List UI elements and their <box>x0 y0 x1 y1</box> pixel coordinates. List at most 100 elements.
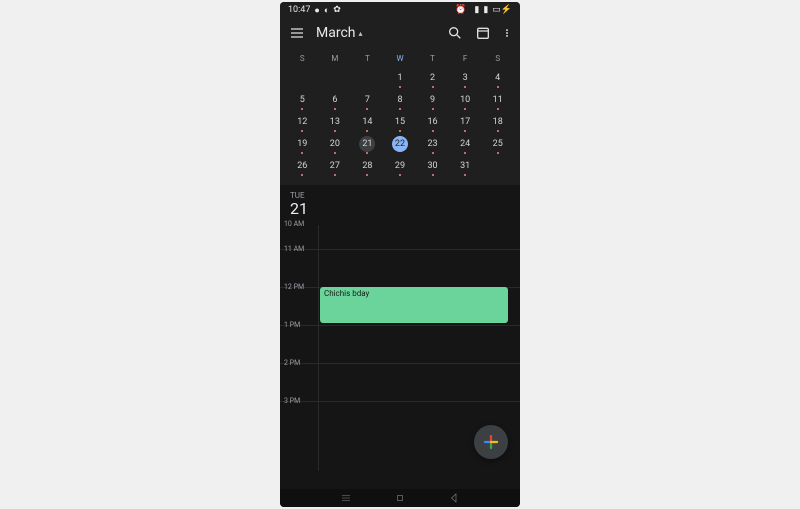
event-dot-icon <box>497 152 499 154</box>
event-dot-icon <box>399 108 401 110</box>
home-button[interactable] <box>393 491 407 505</box>
day-cell[interactable]: 26 <box>286 155 319 177</box>
day-cell[interactable]: 1 <box>384 67 417 89</box>
day-cell[interactable]: 11 <box>481 89 514 111</box>
day-cell[interactable]: 25 <box>481 133 514 155</box>
dow-header-cell: W <box>384 50 417 67</box>
search-icon <box>447 25 463 41</box>
day-cell[interactable]: 20 <box>319 133 352 155</box>
back-button[interactable] <box>447 491 461 505</box>
hour-row[interactable]: 1 PM <box>280 325 520 363</box>
day-cell[interactable]: 18 <box>481 111 514 133</box>
day-cell[interactable]: 27 <box>319 155 352 177</box>
day-number-label: 25 <box>490 136 506 152</box>
dow-header-cell: T <box>351 50 384 67</box>
day-cell[interactable]: 15 <box>384 111 417 133</box>
event-dot-icon <box>366 174 368 176</box>
day-number-label: 8 <box>392 92 408 108</box>
event-dot-icon <box>334 152 336 154</box>
day-cell[interactable]: 19 <box>286 133 319 155</box>
day-cell[interactable]: 22 <box>384 133 417 155</box>
day-cell[interactable]: 23 <box>416 133 449 155</box>
system-nav-bar <box>280 489 520 507</box>
day-number-label: 17 <box>457 114 473 130</box>
day-number-label <box>490 158 506 174</box>
signal-icon-2: ▮ <box>483 5 488 15</box>
month-grid[interactable]: SMTWTFS 12345678910111213141516171819202… <box>280 48 520 185</box>
search-button[interactable] <box>446 24 464 42</box>
day-cell[interactable]: 31 <box>449 155 482 177</box>
event-dot-icon <box>301 174 303 176</box>
day-cell <box>481 155 514 177</box>
hour-row[interactable]: 2 PM <box>280 363 520 401</box>
menu-icon <box>289 25 305 41</box>
dow-header-cell: T <box>416 50 449 67</box>
day-number-label: 30 <box>425 158 441 174</box>
overflow-button[interactable] <box>502 24 512 42</box>
event-dot-icon <box>464 152 466 154</box>
day-cell[interactable]: 13 <box>319 111 352 133</box>
event-dot-icon <box>366 108 368 110</box>
day-cell[interactable]: 4 <box>481 67 514 89</box>
event-dot-icon <box>432 152 434 154</box>
day-cell[interactable]: 21 <box>351 133 384 155</box>
alarm-icon: ⏰ <box>455 5 466 15</box>
recents-button[interactable] <box>339 491 353 505</box>
day-number-label: 28 <box>359 158 375 174</box>
day-number-label: 10 <box>457 92 473 108</box>
day-cell[interactable]: 7 <box>351 89 384 111</box>
menu-button[interactable] <box>288 24 306 42</box>
event-dot-icon <box>497 130 499 132</box>
event-dot-icon <box>301 108 303 110</box>
month-dropdown[interactable]: March ▴ <box>316 25 363 41</box>
hour-label: 11 AM <box>284 245 314 253</box>
day-cell[interactable]: 2 <box>416 67 449 89</box>
day-number-label <box>294 70 310 86</box>
day-cell[interactable]: 8 <box>384 89 417 111</box>
day-cell[interactable]: 28 <box>351 155 384 177</box>
day-header: TUE 21 <box>280 185 520 225</box>
day-number-label: 2 <box>425 70 441 86</box>
day-cell[interactable]: 30 <box>416 155 449 177</box>
hour-label: 3 PM <box>284 397 314 405</box>
today-button[interactable] <box>474 24 492 42</box>
calendar-event[interactable]: Chichis bday <box>320 287 508 323</box>
day-cell[interactable]: 5 <box>286 89 319 111</box>
hour-row[interactable]: 10 AM <box>280 225 520 249</box>
day-number-label: 19 <box>294 136 310 152</box>
info-icon: ◐ <box>324 5 329 16</box>
event-title: Chichis bday <box>324 289 369 298</box>
day-cell[interactable]: 14 <box>351 111 384 133</box>
day-cell <box>319 67 352 89</box>
month-label: March <box>316 25 356 41</box>
day-number-label: 29 <box>392 158 408 174</box>
event-dot-icon <box>366 152 368 154</box>
day-cell[interactable]: 6 <box>319 89 352 111</box>
event-dot-icon <box>432 108 434 110</box>
settings-icon: ✿ <box>333 5 341 15</box>
day-view[interactable]: TUE 21 10 AM11 AM12 PM1 PM2 PM3 PM Chich… <box>280 185 520 489</box>
event-dot-icon <box>464 174 466 176</box>
day-number-label: 7 <box>359 92 375 108</box>
day-cell[interactable]: 17 <box>449 111 482 133</box>
event-dot-icon <box>464 130 466 132</box>
day-cell[interactable]: 10 <box>449 89 482 111</box>
day-cell[interactable]: 3 <box>449 67 482 89</box>
hour-row[interactable]: 11 AM <box>280 249 520 287</box>
dow-header-cell: S <box>286 50 319 67</box>
day-cell[interactable]: 16 <box>416 111 449 133</box>
day-cell[interactable]: 12 <box>286 111 319 133</box>
messenger-icon: ● <box>314 5 319 16</box>
calendar-icon <box>475 25 491 41</box>
day-number-label: 31 <box>457 158 473 174</box>
status-bar: 10:47 ● ◐ ✿ ⏰ ▮ ▮ ▭⚡ <box>280 2 520 18</box>
day-cell[interactable]: 24 <box>449 133 482 155</box>
day-cell[interactable]: 29 <box>384 155 417 177</box>
day-number-label <box>327 70 343 86</box>
create-event-fab[interactable] <box>474 425 508 459</box>
day-number-label: 9 <box>425 92 441 108</box>
dow-header-cell: S <box>481 50 514 67</box>
day-number-label: 15 <box>392 114 408 130</box>
hour-label: 10 AM <box>284 220 314 228</box>
day-cell[interactable]: 9 <box>416 89 449 111</box>
